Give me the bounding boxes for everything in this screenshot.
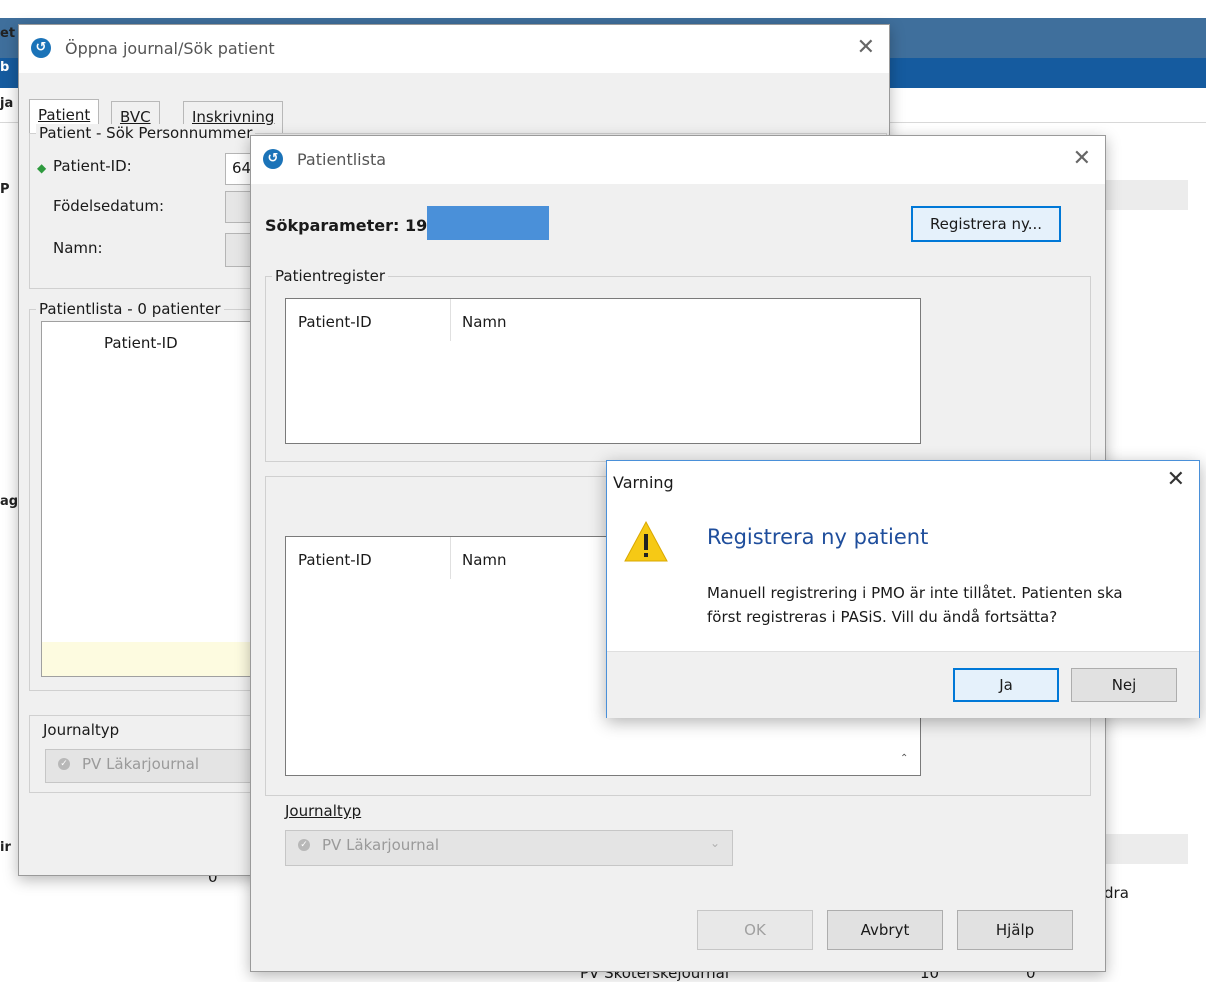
- app-logo-icon: ↺: [263, 149, 283, 169]
- column-header-patient-id: Patient-ID: [298, 551, 372, 569]
- journaltyp-select[interactable]: ✓ PV Läkarjournal ⌄: [285, 830, 733, 866]
- column-header-patient-id: Patient-ID: [104, 334, 178, 352]
- tab-label: Patient: [38, 106, 91, 124]
- chevron-down-icon: ⌄: [709, 836, 720, 850]
- warning-heading: Registrera ny patient: [707, 525, 929, 549]
- journaltyp-select[interactable]: ✓ PV Läkarjournal: [45, 749, 267, 783]
- required-field-icon: ◆: [37, 161, 47, 175]
- patient-id-value: 64: [232, 159, 252, 177]
- background-top-band: [0, 0, 1206, 18]
- background-fragment: b: [0, 60, 10, 75]
- background-fragment: ja: [0, 96, 14, 111]
- register-new-button[interactable]: Registrera ny...: [911, 206, 1061, 242]
- dialog-title-bar: ↺ Patientlista ✕: [251, 136, 1105, 184]
- background-fragment: P: [0, 182, 10, 197]
- warning-button-bar: Ja Nej: [607, 651, 1199, 718]
- journaltyp-label-text: Journaltyp: [285, 802, 362, 820]
- search-parameter-label: Sökparameter: 19: [265, 216, 428, 235]
- birthdate-label: Födelsedatum:: [53, 197, 164, 215]
- app-logo-icon: ↺: [31, 38, 51, 58]
- redacted-value: [427, 206, 549, 240]
- journaltyp-value: PV Läkarjournal: [322, 836, 440, 854]
- search-group-label: Patient - Sök Personnummer: [36, 124, 256, 142]
- column-header-patient-id: Patient-ID: [298, 313, 372, 331]
- close-icon[interactable]: ✕: [857, 35, 875, 60]
- warning-dialog: Varning ✕ Registrera ny patient Manuell …: [606, 460, 1200, 718]
- warning-message: Manuell registrering i PMO är inte tillå…: [707, 581, 1123, 629]
- patientregister-label: Patientregister: [272, 267, 389, 285]
- ok-button[interactable]: OK: [697, 910, 813, 950]
- background-fragment: ir: [0, 840, 11, 855]
- cancel-button[interactable]: Avbryt: [827, 910, 943, 950]
- yes-button[interactable]: Ja: [953, 668, 1059, 702]
- list-footer-row: [42, 642, 272, 676]
- patientregister-list[interactable]: Patient-ID Namn: [285, 298, 921, 444]
- check-icon: ✓: [298, 839, 310, 851]
- dialog-title: Varning: [613, 473, 674, 492]
- column-separator: [450, 537, 451, 579]
- patient-list[interactable]: Patient-ID: [41, 321, 273, 677]
- name-label: Namn:: [53, 239, 103, 257]
- column-header-name: Namn: [462, 313, 507, 331]
- patient-list-label: Patientlista - 0 patienter: [36, 300, 224, 318]
- background-fragment: et: [0, 26, 16, 41]
- background-fragment: ag: [0, 494, 19, 509]
- column-header-name: Namn: [462, 551, 507, 569]
- check-icon: ✓: [58, 758, 70, 770]
- dialog-title-bar: ↺ Öppna journal/Sök patient ✕: [19, 25, 889, 73]
- warning-message-line: Manuell registrering i PMO är inte tillå…: [707, 584, 1123, 602]
- journaltyp-value: PV Läkarjournal: [82, 755, 200, 773]
- resize-grip-icon[interactable]: ⌃: [900, 753, 908, 764]
- dialog-title: Öppna journal/Sök patient: [65, 39, 275, 58]
- column-separator: [450, 299, 451, 341]
- background-table-header: [1100, 180, 1188, 210]
- no-button[interactable]: Nej: [1071, 668, 1177, 702]
- warning-message-line: först registreras i PASiS. Vill du ändå …: [707, 608, 1058, 626]
- warning-icon: [623, 519, 669, 565]
- journaltyp-label: Journaltyp: [285, 802, 361, 820]
- journaltyp-label: Journaltyp: [43, 721, 120, 739]
- background-value: dra: [1104, 884, 1129, 902]
- patient-id-label: Patient-ID:: [53, 157, 132, 175]
- help-button[interactable]: Hjälp: [957, 910, 1073, 950]
- background-table-header: [1100, 834, 1188, 864]
- dialog-title: Patientlista: [297, 150, 387, 169]
- close-icon[interactable]: ✕: [1073, 146, 1091, 171]
- close-icon[interactable]: ✕: [1167, 467, 1185, 492]
